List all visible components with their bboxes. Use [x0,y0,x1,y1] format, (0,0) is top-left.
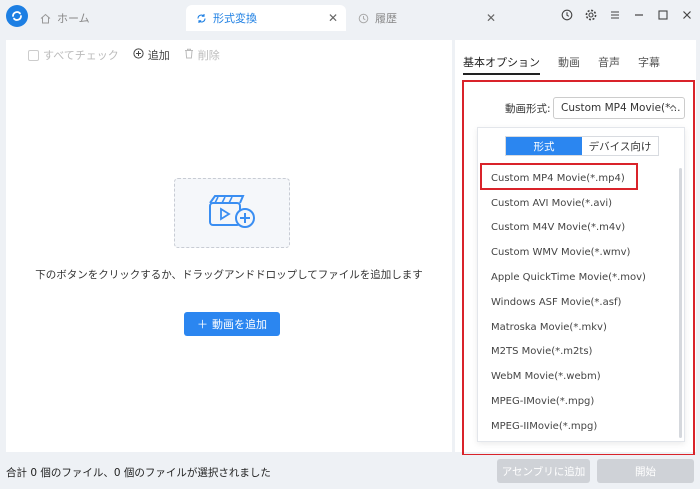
refresh-icon [196,13,207,24]
drop-instruction: 下のボタンをクリックするか、ドラッグアンドドロップしてファイルを追加します [35,269,423,281]
highlight-frame-mp4 [480,163,638,190]
plus-circle-icon [133,48,144,62]
gear-icon[interactable] [582,6,600,24]
check-all-button[interactable]: すべてチェック [28,47,119,63]
tab-history-close-icon[interactable]: ✕ [486,11,496,25]
status-bar: 合計 0 個のファイル、0 個のファイルが選択されました [0,455,700,489]
check-all-checkbox[interactable] [28,49,39,61]
delete-label: 削除 [197,49,220,62]
add-to-assembly-button[interactable]: アセンブリに追加 [497,459,590,483]
tab-audio[interactable]: 音声 [598,54,620,75]
home-icon [40,13,51,24]
tab-subtitle[interactable]: 字幕 [638,54,660,75]
window-controls [558,6,696,24]
tab-convert-close-icon[interactable]: ✕ [328,11,338,25]
add-label: 追加 [147,49,170,62]
drop-zone[interactable] [174,178,290,248]
clock-icon[interactable] [558,6,576,24]
add-video-button[interactable]: ＋ 動画を追加 [184,312,280,336]
start-button[interactable]: 開始 [597,459,694,483]
delete-button[interactable]: 削除 [184,47,220,63]
tab-history[interactable]: 履歴 ✕ [348,5,504,31]
history-icon [358,13,369,24]
tab-history-label: 履歴 [375,12,397,25]
tab-convert[interactable]: 形式変換 ✕ [186,5,346,31]
title-bar: ホーム 形式変換 ✕ 履歴 ✕ [0,0,700,34]
minimize-icon[interactable] [630,6,648,24]
add-video-icon [207,194,257,233]
add-button[interactable]: 追加 [133,47,170,63]
close-icon[interactable] [678,6,696,24]
app-logo-icon [6,5,28,27]
trash-icon [184,48,194,62]
tab-home[interactable]: ホーム [30,5,180,31]
tab-convert-label: 形式変換 [213,12,257,25]
file-list-panel: すべてチェック 追加 削除 下のボタンをクリックするか、ドラッグアンドドロップし… [6,40,452,452]
file-toolbar: すべてチェック 追加 削除 [6,40,452,70]
file-count-status: 合計 0 個のファイル、0 個のファイルが選択されました [6,467,271,479]
highlight-frame-options [462,80,695,456]
tab-video[interactable]: 動画 [558,54,580,75]
menu-icon[interactable] [606,6,624,24]
plus-icon: ＋ [197,318,208,331]
maximize-icon[interactable] [654,6,672,24]
tab-basic-options[interactable]: 基本オプション [463,54,540,75]
tab-home-label: ホーム [57,12,90,25]
options-tabs: 基本オプション 動画 音声 字幕 [463,54,660,75]
check-all-label: すべてチェック [43,49,119,62]
add-video-label: 動画を追加 [212,318,267,331]
